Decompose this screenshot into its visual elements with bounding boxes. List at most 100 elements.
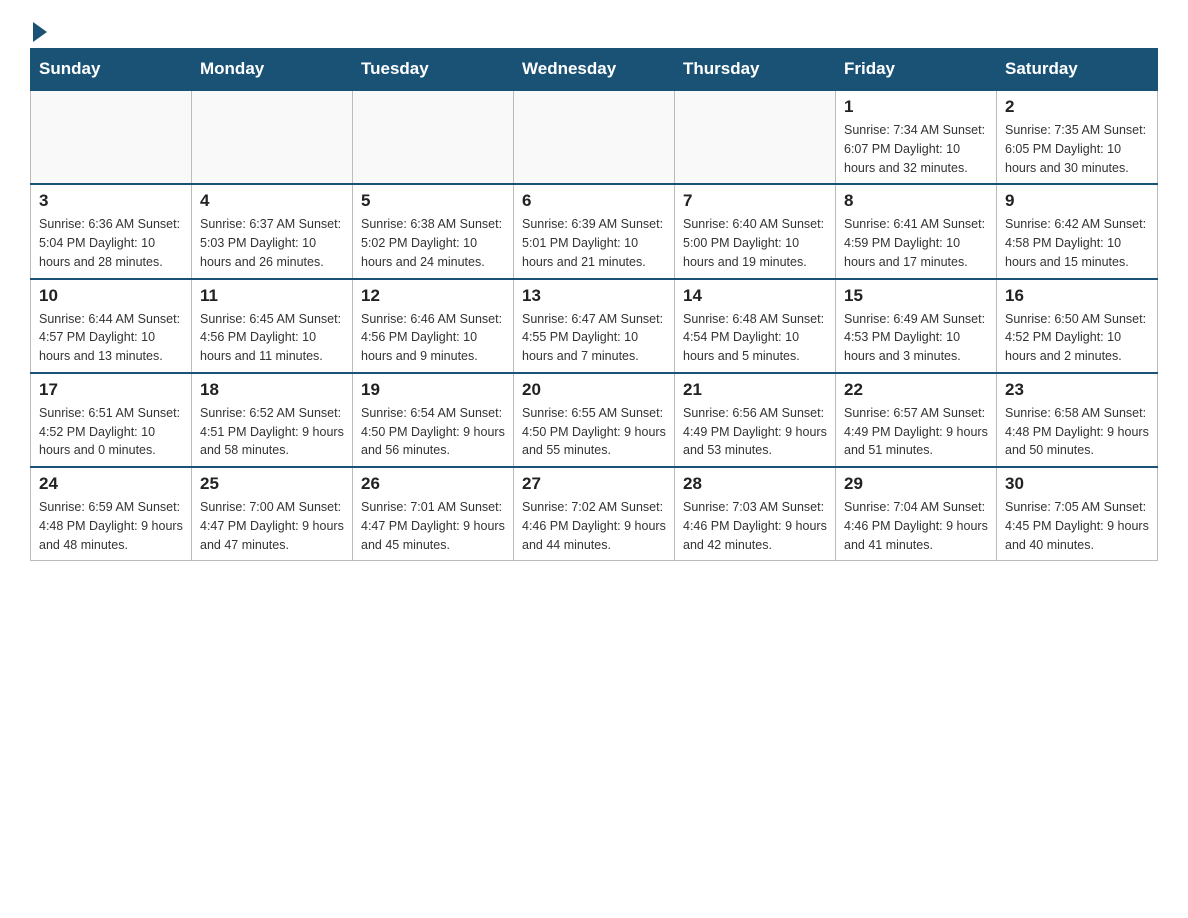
day-number: 15: [844, 286, 988, 306]
day-number: 29: [844, 474, 988, 494]
day-number: 9: [1005, 191, 1149, 211]
day-info: Sunrise: 6:55 AM Sunset: 4:50 PM Dayligh…: [522, 404, 666, 460]
day-number: 21: [683, 380, 827, 400]
calendar-cell: 29 Sunrise: 7:04 AM Sunset: 4:46 PM Dayli…: [836, 467, 997, 561]
logo: [30, 20, 47, 38]
day-info: Sunrise: 6:48 AM Sunset: 4:54 PM Dayligh…: [683, 310, 827, 366]
day-number: 18: [200, 380, 344, 400]
day-info: Sunrise: 7:00 AM Sunset: 4:47 PM Dayligh…: [200, 498, 344, 554]
day-info: Sunrise: 6:42 AM Sunset: 4:58 PM Dayligh…: [1005, 215, 1149, 271]
calendar-cell: 19 Sunrise: 6:54 AM Sunset: 4:50 PM Dayli…: [353, 373, 514, 467]
day-info: Sunrise: 6:44 AM Sunset: 4:57 PM Dayligh…: [39, 310, 183, 366]
calendar-cell: 6Sunrise: 6:39 AM Sunset: 5:01 PM Daylig…: [514, 184, 675, 278]
day-number: 27: [522, 474, 666, 494]
calendar-cell: 12 Sunrise: 6:46 AM Sunset: 4:56 PM Dayli…: [353, 279, 514, 373]
day-number: 22: [844, 380, 988, 400]
calendar-week-row: 3 Sunrise: 6:36 AM Sunset: 5:04 PM Daylig…: [31, 184, 1158, 278]
calendar-header-row: SundayMondayTuesdayWednesdayThursdayFrid…: [31, 49, 1158, 91]
calendar-header-tuesday: Tuesday: [353, 49, 514, 91]
calendar-week-row: 1 Sunrise: 7:34 AM Sunset: 6:07 PM Daylig…: [31, 90, 1158, 184]
day-info: Sunrise: 7:35 AM Sunset: 6:05 PM Dayligh…: [1005, 121, 1149, 177]
day-info: Sunrise: 6:36 AM Sunset: 5:04 PM Dayligh…: [39, 215, 183, 271]
calendar-week-row: 10 Sunrise: 6:44 AM Sunset: 4:57 PM Dayli…: [31, 279, 1158, 373]
calendar-cell: 15 Sunrise: 6:49 AM Sunset: 4:53 PM Dayli…: [836, 279, 997, 373]
calendar-table: SundayMondayTuesdayWednesdayThursdayFrid…: [30, 48, 1158, 561]
day-info: Sunrise: 6:40 AM Sunset: 5:00 PM Dayligh…: [683, 215, 827, 271]
calendar-cell: 7 Sunrise: 6:40 AM Sunset: 5:00 PM Daylig…: [675, 184, 836, 278]
day-number: 6: [522, 191, 666, 211]
day-number: 11: [200, 286, 344, 306]
day-info: Sunrise: 6:41 AM Sunset: 4:59 PM Dayligh…: [844, 215, 988, 271]
calendar-cell: [192, 90, 353, 184]
day-info: Sunrise: 7:34 AM Sunset: 6:07 PM Dayligh…: [844, 121, 988, 177]
day-info: Sunrise: 6:49 AM Sunset: 4:53 PM Dayligh…: [844, 310, 988, 366]
day-info: Sunrise: 6:46 AM Sunset: 4:56 PM Dayligh…: [361, 310, 505, 366]
day-number: 14: [683, 286, 827, 306]
day-info: Sunrise: 7:05 AM Sunset: 4:45 PM Dayligh…: [1005, 498, 1149, 554]
day-info: Sunrise: 6:57 AM Sunset: 4:49 PM Dayligh…: [844, 404, 988, 460]
day-number: 28: [683, 474, 827, 494]
calendar-header-saturday: Saturday: [997, 49, 1158, 91]
day-number: 20: [522, 380, 666, 400]
day-number: 4: [200, 191, 344, 211]
calendar-cell: 13Sunrise: 6:47 AM Sunset: 4:55 PM Dayli…: [514, 279, 675, 373]
calendar-header-sunday: Sunday: [31, 49, 192, 91]
calendar-week-row: 24 Sunrise: 6:59 AM Sunset: 4:48 PM Dayli…: [31, 467, 1158, 561]
day-number: 19: [361, 380, 505, 400]
day-info: Sunrise: 6:37 AM Sunset: 5:03 PM Dayligh…: [200, 215, 344, 271]
day-info: Sunrise: 7:03 AM Sunset: 4:46 PM Dayligh…: [683, 498, 827, 554]
calendar-cell: [514, 90, 675, 184]
day-info: Sunrise: 6:50 AM Sunset: 4:52 PM Dayligh…: [1005, 310, 1149, 366]
day-info: Sunrise: 6:38 AM Sunset: 5:02 PM Dayligh…: [361, 215, 505, 271]
calendar-cell: 20 Sunrise: 6:55 AM Sunset: 4:50 PM Dayli…: [514, 373, 675, 467]
calendar-cell: 5 Sunrise: 6:38 AM Sunset: 5:02 PM Daylig…: [353, 184, 514, 278]
calendar-cell: 4 Sunrise: 6:37 AM Sunset: 5:03 PM Daylig…: [192, 184, 353, 278]
day-number: 5: [361, 191, 505, 211]
calendar-header-thursday: Thursday: [675, 49, 836, 91]
calendar-cell: 27 Sunrise: 7:02 AM Sunset: 4:46 PM Dayli…: [514, 467, 675, 561]
day-info: Sunrise: 7:01 AM Sunset: 4:47 PM Dayligh…: [361, 498, 505, 554]
calendar-cell: 28 Sunrise: 7:03 AM Sunset: 4:46 PM Dayli…: [675, 467, 836, 561]
calendar-cell: 10 Sunrise: 6:44 AM Sunset: 4:57 PM Dayli…: [31, 279, 192, 373]
day-number: 23: [1005, 380, 1149, 400]
calendar-cell: 2 Sunrise: 7:35 AM Sunset: 6:05 PM Daylig…: [997, 90, 1158, 184]
day-number: 24: [39, 474, 183, 494]
day-number: 25: [200, 474, 344, 494]
day-number: 8: [844, 191, 988, 211]
calendar-cell: 24 Sunrise: 6:59 AM Sunset: 4:48 PM Dayli…: [31, 467, 192, 561]
day-number: 3: [39, 191, 183, 211]
day-info: Sunrise: 6:45 AM Sunset: 4:56 PM Dayligh…: [200, 310, 344, 366]
day-info: Sunrise: 6:47 AM Sunset: 4:55 PM Dayligh…: [522, 310, 666, 366]
day-info: Sunrise: 6:59 AM Sunset: 4:48 PM Dayligh…: [39, 498, 183, 554]
logo-arrow-icon: [33, 22, 47, 42]
calendar-cell: 14 Sunrise: 6:48 AM Sunset: 4:54 PM Dayli…: [675, 279, 836, 373]
calendar-header-wednesday: Wednesday: [514, 49, 675, 91]
day-number: 10: [39, 286, 183, 306]
day-number: 12: [361, 286, 505, 306]
calendar-header-friday: Friday: [836, 49, 997, 91]
calendar-cell: 11 Sunrise: 6:45 AM Sunset: 4:56 PM Dayli…: [192, 279, 353, 373]
day-number: 7: [683, 191, 827, 211]
calendar-cell: [353, 90, 514, 184]
day-info: Sunrise: 6:54 AM Sunset: 4:50 PM Dayligh…: [361, 404, 505, 460]
calendar-cell: [31, 90, 192, 184]
day-number: 26: [361, 474, 505, 494]
calendar-week-row: 17Sunrise: 6:51 AM Sunset: 4:52 PM Dayli…: [31, 373, 1158, 467]
page-header: [30, 20, 1158, 38]
calendar-cell: 23Sunrise: 6:58 AM Sunset: 4:48 PM Dayli…: [997, 373, 1158, 467]
day-number: 1: [844, 97, 988, 117]
day-number: 30: [1005, 474, 1149, 494]
day-number: 2: [1005, 97, 1149, 117]
calendar-cell: 22 Sunrise: 6:57 AM Sunset: 4:49 PM Dayli…: [836, 373, 997, 467]
day-info: Sunrise: 7:04 AM Sunset: 4:46 PM Dayligh…: [844, 498, 988, 554]
day-info: Sunrise: 6:52 AM Sunset: 4:51 PM Dayligh…: [200, 404, 344, 460]
calendar-cell: [675, 90, 836, 184]
calendar-cell: 9 Sunrise: 6:42 AM Sunset: 4:58 PM Daylig…: [997, 184, 1158, 278]
day-info: Sunrise: 7:02 AM Sunset: 4:46 PM Dayligh…: [522, 498, 666, 554]
calendar-cell: 25 Sunrise: 7:00 AM Sunset: 4:47 PM Dayli…: [192, 467, 353, 561]
calendar-cell: 8 Sunrise: 6:41 AM Sunset: 4:59 PM Daylig…: [836, 184, 997, 278]
calendar-cell: 1 Sunrise: 7:34 AM Sunset: 6:07 PM Daylig…: [836, 90, 997, 184]
day-number: 17: [39, 380, 183, 400]
day-number: 16: [1005, 286, 1149, 306]
calendar-cell: 26 Sunrise: 7:01 AM Sunset: 4:47 PM Dayli…: [353, 467, 514, 561]
